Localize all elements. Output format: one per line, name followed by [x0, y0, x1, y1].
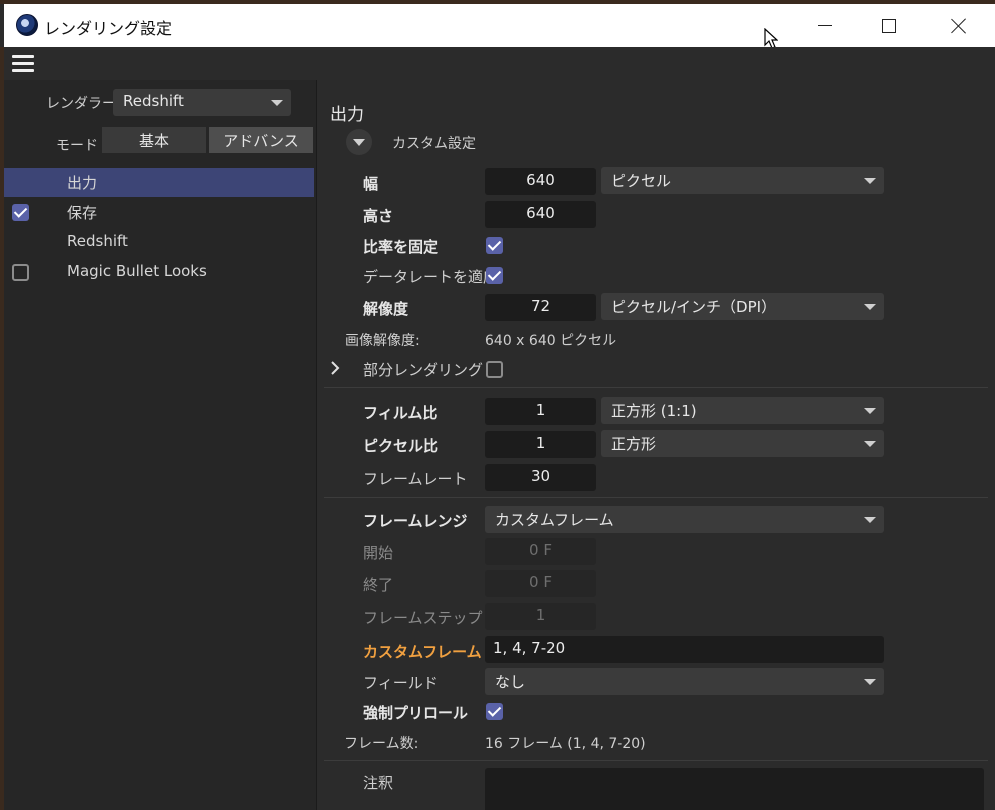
pixel-ratio-preset: 正方形: [611, 435, 657, 453]
film-ratio-preset: 正方形 (1:1): [611, 402, 697, 420]
menu-bar: [4, 47, 995, 80]
minimize-icon: [818, 25, 832, 26]
sidebar-item-output[interactable]: 出力: [4, 168, 314, 197]
separator: [324, 760, 988, 761]
section-title: 出力: [330, 105, 364, 125]
mode-advanced-button[interactable]: アドバンス: [209, 127, 313, 153]
film-ratio-label: フィルム比: [363, 404, 438, 422]
resolution-label: 解像度: [363, 300, 409, 318]
start-input: 0 F: [485, 538, 596, 565]
frame-count-label: フレーム数:: [344, 736, 419, 752]
sidebar-item-save[interactable]: 保存: [4, 198, 314, 227]
chevron-down-icon: [271, 100, 283, 106]
cinema4d-app-icon: [16, 14, 38, 36]
force-preroll-label: 強制プリロール: [363, 704, 469, 722]
preset-label: カスタム設定: [392, 136, 476, 152]
apply-datarate-label: データレートを適応: [363, 268, 499, 286]
frame-step-input: 1: [485, 603, 596, 630]
custom-frames-input[interactable]: 1, 4, 7-20: [485, 636, 884, 663]
preset-toggle-button[interactable]: [346, 129, 372, 155]
film-ratio-input[interactable]: 1: [485, 398, 596, 425]
lock-ratio-checkbox[interactable]: [486, 237, 503, 254]
mode-basic-button[interactable]: 基本: [102, 127, 206, 153]
maximize-icon: [882, 18, 896, 33]
save-enable-checkbox[interactable]: [12, 204, 29, 221]
magic-bullet-enable-checkbox[interactable]: [12, 264, 29, 281]
lock-ratio-label: 比率を固定: [363, 238, 439, 256]
pixel-ratio-input[interactable]: 1: [485, 431, 596, 458]
renderer-value: Redshift: [123, 92, 184, 110]
height-label: 高さ: [363, 207, 394, 225]
frame-rate-input[interactable]: 30: [485, 464, 596, 491]
sidebar-item-label: Redshift: [67, 232, 128, 250]
frame-step-label: フレームステップ: [363, 609, 483, 627]
film-ratio-dropdown[interactable]: 正方形 (1:1): [601, 397, 884, 424]
end-label: 終了: [363, 576, 394, 594]
width-unit-dropdown[interactable]: ピクセル: [601, 167, 884, 194]
frame-rate-label: フレームレート: [363, 470, 468, 488]
close-button[interactable]: [924, 4, 994, 47]
sidebar-item-label: Magic Bullet Looks: [67, 262, 207, 280]
mode-label: モード: [56, 138, 98, 154]
height-input[interactable]: 640: [485, 201, 596, 228]
partial-render-label: 部分レンダリング: [363, 361, 484, 379]
settings-sidebar: レンダラー Redshift モード 基本 アドバンス 出力 保存 Redshi…: [4, 80, 317, 810]
chevron-down-icon: [864, 441, 876, 447]
separator: [324, 387, 988, 388]
chevron-down-icon: [864, 304, 876, 310]
sidebar-item-magic-bullet-looks[interactable]: Magic Bullet Looks: [4, 258, 314, 287]
resolution-unit-dropdown[interactable]: ピクセル/インチ（DPI）: [601, 293, 884, 320]
width-label: 幅: [363, 175, 379, 193]
resolution-unit-value: ピクセル/インチ（DPI）: [611, 298, 777, 316]
window-title: レンダリング設定: [44, 19, 173, 38]
chevron-right-icon[interactable]: [330, 361, 340, 375]
renderer-label: レンダラー: [46, 96, 116, 112]
notes-textarea[interactable]: [485, 768, 984, 810]
close-icon: [951, 18, 967, 34]
custom-frames-label: カスタムフレーム: [363, 643, 482, 661]
pixel-ratio-dropdown[interactable]: 正方形: [601, 430, 884, 457]
width-unit-value: ピクセル: [611, 172, 672, 190]
frame-range-value: カスタムフレーム: [495, 511, 614, 529]
title-bar: レンダリング設定: [4, 4, 995, 47]
field-dropdown[interactable]: なし: [485, 668, 884, 695]
minimize-button[interactable]: [790, 4, 860, 47]
frame-range-dropdown[interactable]: カスタムフレーム: [485, 506, 884, 533]
notes-label: 注釈: [363, 774, 394, 792]
image-resolution-value: 640 x 640 ピクセル: [485, 333, 617, 349]
output-settings-panel: 出力 カスタム設定 幅 640 ピクセル 高さ 640 比率を固定 データレート…: [318, 80, 995, 810]
renderer-dropdown[interactable]: Redshift: [113, 89, 291, 116]
partial-render-checkbox[interactable]: [486, 361, 503, 378]
chevron-down-icon: [864, 408, 876, 414]
maximize-button[interactable]: [854, 4, 924, 47]
sidebar-item-label: 保存: [67, 204, 98, 222]
separator: [324, 497, 988, 498]
chevron-down-icon: [353, 139, 365, 146]
frame-range-label: フレームレンジ: [363, 512, 468, 530]
field-value: なし: [495, 673, 526, 691]
resolution-input[interactable]: 72: [485, 294, 596, 321]
start-label: 開始: [363, 544, 394, 562]
chevron-down-icon: [864, 679, 876, 685]
chevron-down-icon: [864, 178, 876, 184]
frame-count-value: 16 フレーム (1, 4, 7-20): [485, 736, 646, 752]
apply-datarate-checkbox[interactable]: [486, 267, 503, 284]
pixel-ratio-label: ピクセル比: [363, 437, 439, 455]
chevron-down-icon: [864, 517, 876, 523]
sidebar-item-redshift[interactable]: Redshift: [4, 228, 314, 257]
end-input: 0 F: [485, 570, 596, 597]
sidebar-item-label: 出力: [67, 174, 98, 192]
field-label: フィールド: [363, 674, 438, 692]
image-resolution-label: 画像解像度:: [345, 333, 420, 349]
width-input[interactable]: 640: [485, 168, 596, 195]
force-preroll-checkbox[interactable]: [486, 703, 503, 720]
hamburger-menu-icon[interactable]: [12, 55, 34, 72]
